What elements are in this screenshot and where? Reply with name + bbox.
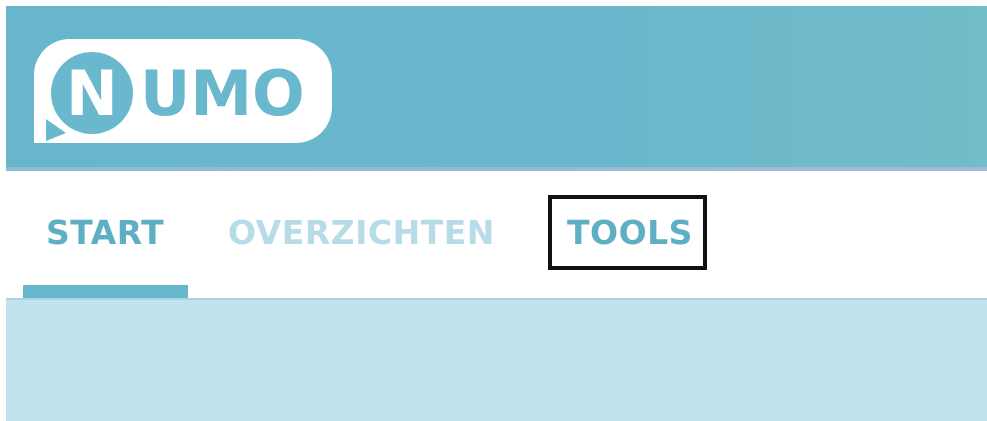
logo-letter-n: N <box>66 57 118 130</box>
tab-overzichten[interactable]: OVERZICHTEN <box>228 213 495 253</box>
app-frame: N UMO START OVERZICHTEN TOOLS <box>6 6 987 421</box>
main-navigation: START OVERZICHTEN TOOLS <box>6 171 987 300</box>
numo-logo[interactable]: N UMO <box>28 37 334 145</box>
content-area <box>6 300 987 421</box>
tab-tools[interactable]: TOOLS <box>567 213 693 253</box>
tab-start[interactable]: START <box>46 213 164 253</box>
logo-letters-umo: UMO <box>140 57 305 130</box>
app-header: N UMO <box>6 6 987 169</box>
active-tab-indicator <box>23 285 188 298</box>
numo-logo-graphic: N UMO <box>33 39 332 143</box>
